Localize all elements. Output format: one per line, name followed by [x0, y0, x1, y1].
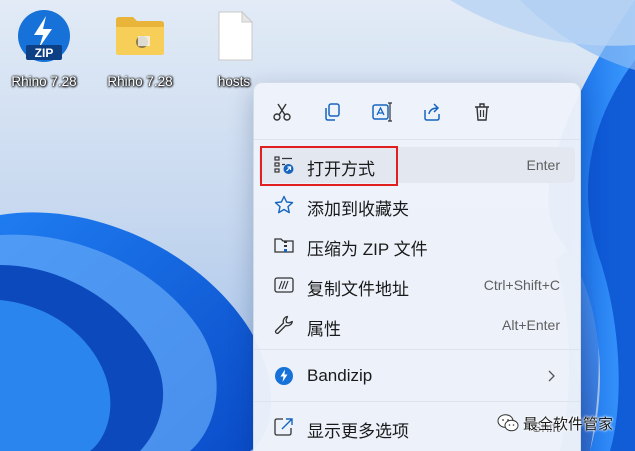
- scissors-icon: [273, 103, 291, 121]
- wrench-icon: [273, 314, 295, 336]
- context-menu-toolbar: [254, 83, 580, 139]
- desktop-icon-label: Rhino 7.28: [107, 74, 173, 89]
- menu-item-open-with[interactable]: 打开方式 Enter: [259, 147, 575, 183]
- folder-icon: [112, 8, 168, 64]
- zip-archive-icon: ZIP: [16, 8, 72, 64]
- open-with-icon: [273, 154, 295, 176]
- cut-button[interactable]: [265, 95, 299, 129]
- menu-divider: [254, 349, 580, 350]
- show-more-icon: [273, 416, 295, 438]
- menu-item-label: 属性: [307, 320, 341, 339]
- copy-path-icon: [273, 274, 295, 296]
- desktop-icon-label: Rhino 7.28: [11, 74, 77, 89]
- watermark: 最全软件管家: [497, 410, 613, 436]
- desktop: ZIP Rhino 7.28 Rhino 7.28 hosts 打开方式 Ent…: [0, 0, 635, 451]
- menu-item-label: 添加到收藏夹: [307, 200, 409, 219]
- menu-item-label: Bandizip: [307, 366, 373, 385]
- wechat-icon: [497, 414, 519, 432]
- menu-item-add-to-favorites[interactable]: 添加到收藏夹: [259, 187, 575, 223]
- menu-divider: [254, 401, 580, 402]
- desktop-icon-label: hosts: [217, 74, 251, 89]
- share-icon: [424, 103, 440, 121]
- menu-item-label: 压缩为 ZIP 文件: [307, 240, 428, 259]
- menu-item-shortcut: Alt+Enter: [502, 317, 560, 333]
- watermark-text: 最全软件管家: [523, 415, 614, 433]
- menu-item-copy-path[interactable]: 复制文件地址 Ctrl+Shift+C: [259, 267, 575, 303]
- bandizip-icon: [273, 365, 295, 387]
- desktop-icon-rhino-zip[interactable]: ZIP Rhino 7.28: [0, 8, 88, 98]
- menu-item-shortcut: Ctrl+Shift+C: [483, 277, 560, 293]
- star-icon: [273, 194, 295, 216]
- context-menu: 打开方式 Enter 添加到收藏夹 压缩为 ZIP 文件 复制文件地址 Ctrl…: [253, 82, 581, 451]
- chevron-right-icon: [548, 370, 555, 382]
- menu-item-label: 复制文件地址: [307, 280, 409, 299]
- zip-badge-text: ZIP: [35, 46, 54, 60]
- copy-button[interactable]: [315, 95, 349, 129]
- menu-item-label: 打开方式: [307, 160, 375, 179]
- copy-icon: [325, 103, 340, 121]
- delete-button[interactable]: [465, 95, 499, 129]
- desktop-icon-rhino-folder[interactable]: Rhino 7.28: [96, 8, 184, 98]
- menu-item-label: 显示更多选项: [307, 422, 409, 441]
- file-icon: [206, 8, 262, 64]
- rename-button[interactable]: [365, 95, 399, 129]
- rename-icon: [372, 102, 392, 122]
- menu-item-properties[interactable]: 属性 Alt+Enter: [259, 307, 575, 343]
- trash-icon: [475, 103, 489, 121]
- menu-divider: [254, 139, 580, 140]
- share-button[interactable]: [415, 95, 449, 129]
- menu-item-shortcut: Enter: [526, 157, 560, 173]
- zip-folder-icon: [273, 234, 295, 256]
- menu-item-compress-zip[interactable]: 压缩为 ZIP 文件: [259, 227, 575, 263]
- menu-item-bandizip[interactable]: Bandizip: [259, 358, 575, 394]
